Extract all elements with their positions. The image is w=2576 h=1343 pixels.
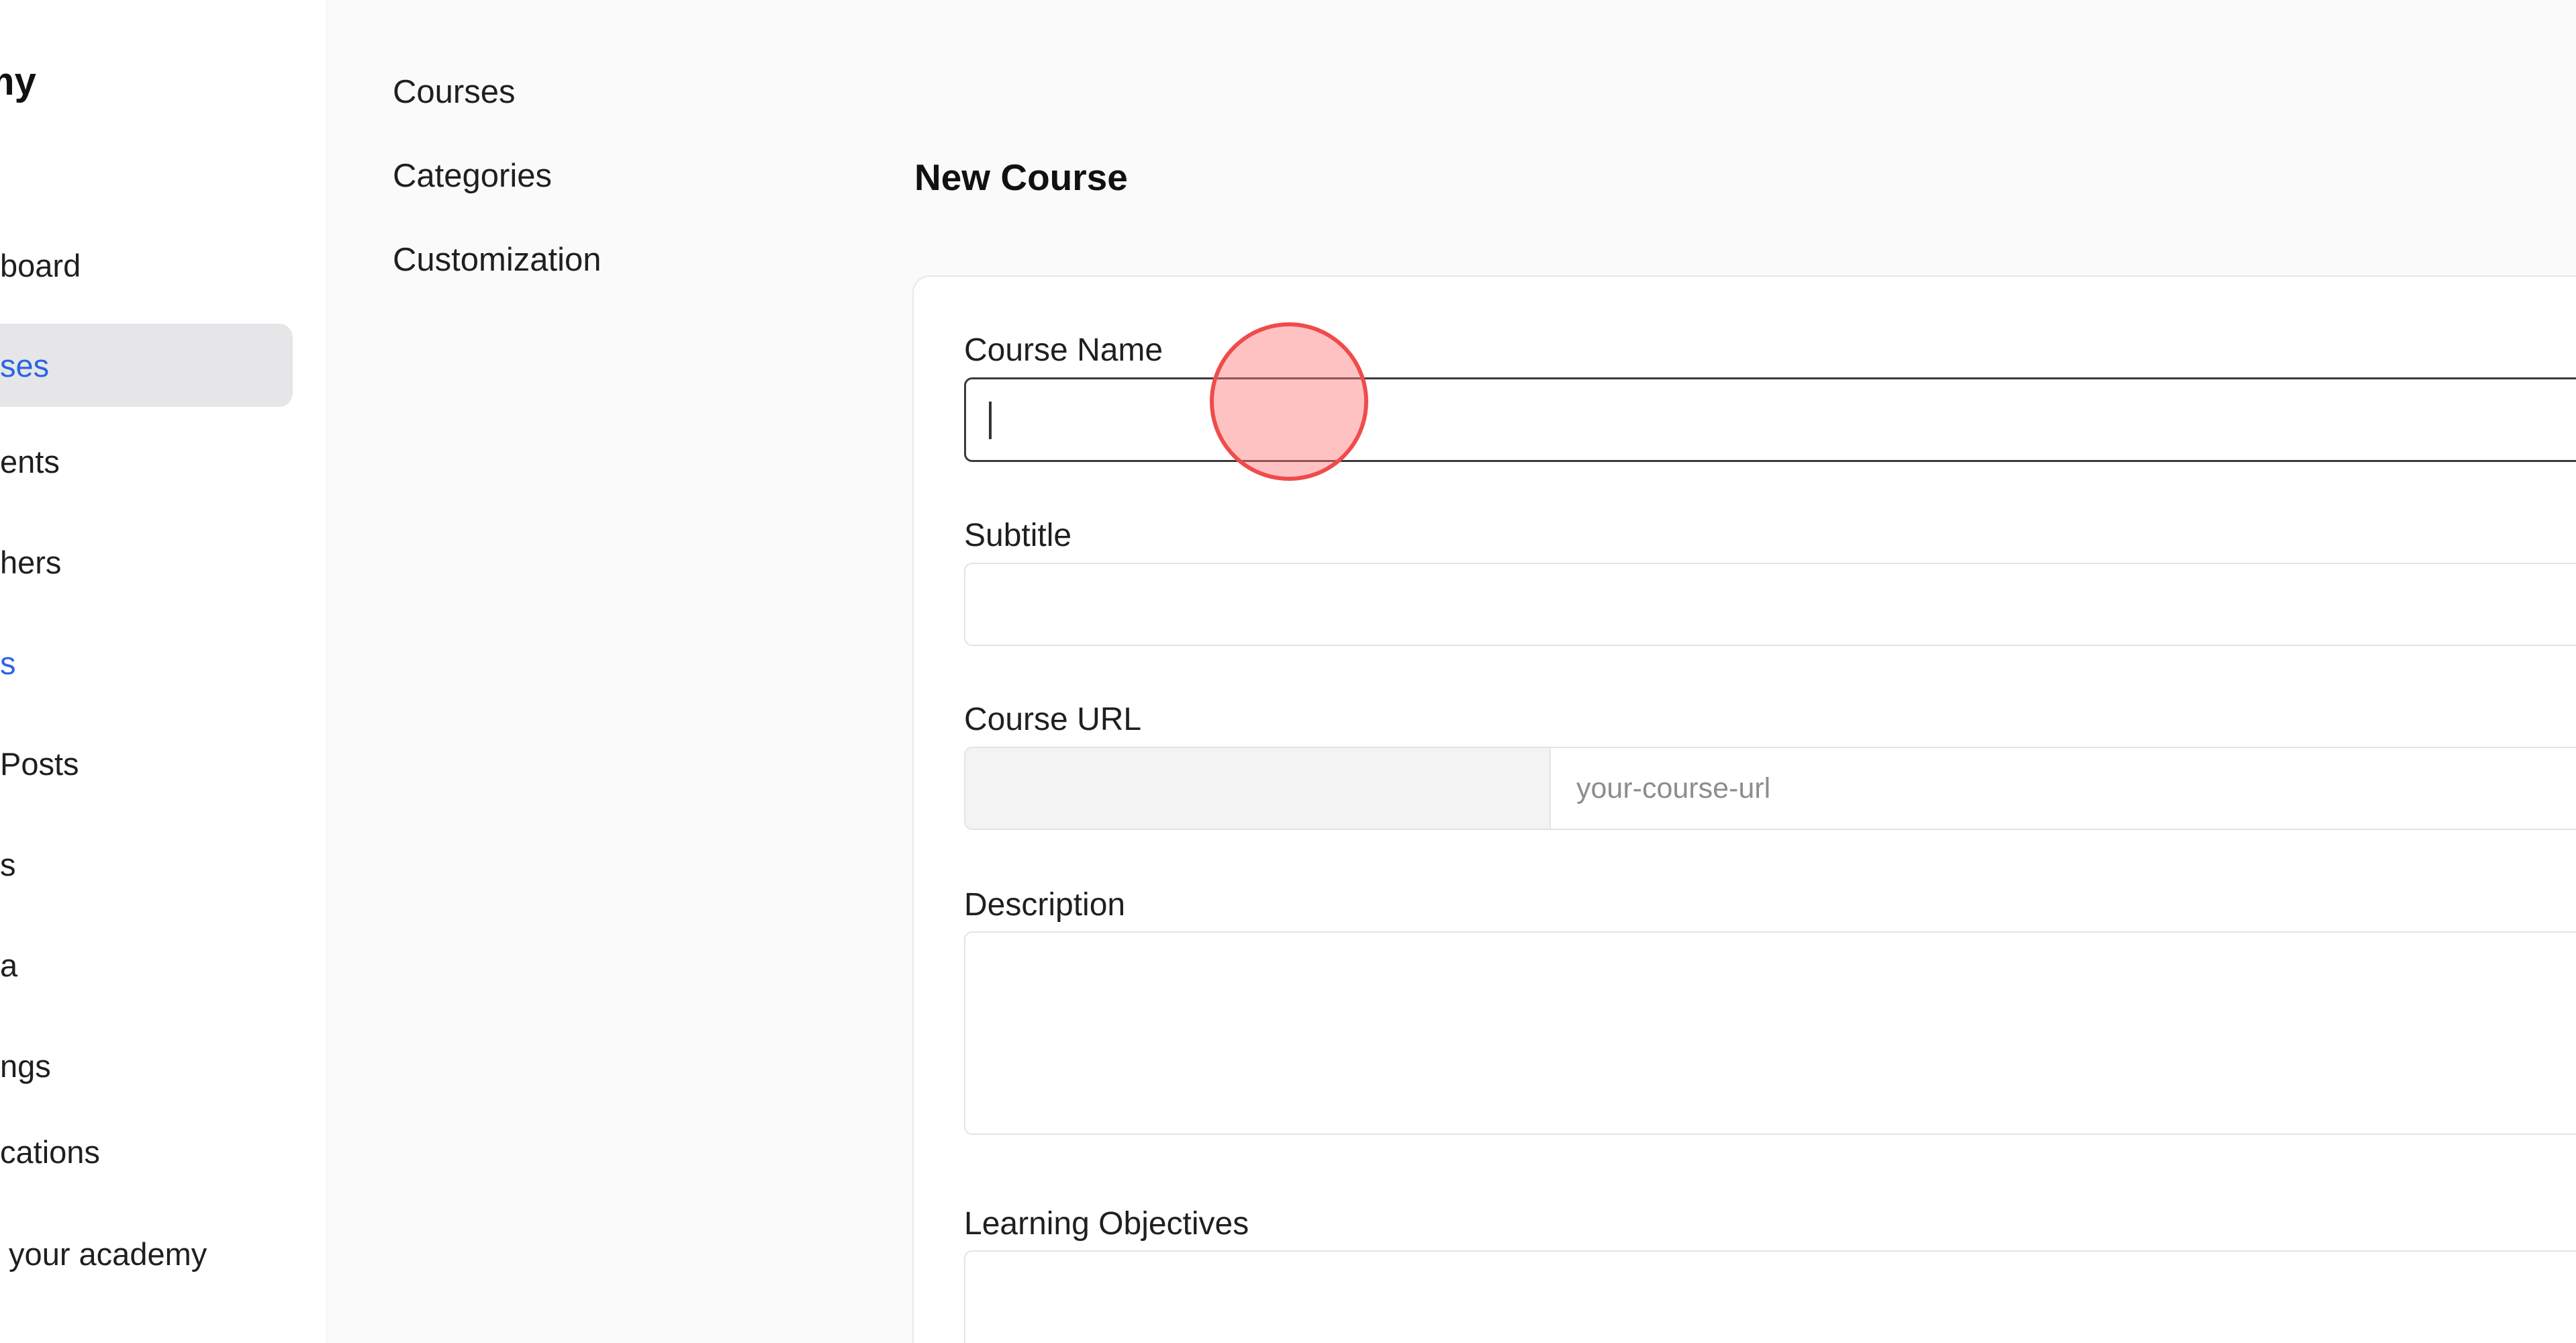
- sidebar: my board ses ents hers s Posts s a ngs c…: [0, 0, 327, 1343]
- course-name-label: Course Name: [964, 332, 1163, 368]
- sidebar-item-link[interactable]: s: [0, 621, 293, 704]
- description-label: Description: [964, 887, 1126, 923]
- sidebar-item-settings[interactable]: ngs: [0, 1024, 293, 1107]
- learning-objectives-label: Learning Objectives: [964, 1206, 1249, 1242]
- description-textarea[interactable]: [964, 931, 2576, 1135]
- app-window: my board ses ents hers s Posts s a ngs c…: [0, 0, 2576, 1343]
- sidebar-item-label: s: [0, 645, 16, 681]
- sidebar-item-label: hers: [0, 544, 62, 580]
- sidebar-item-label: Posts: [0, 745, 79, 782]
- sidebar-item-label: your academy: [0, 1236, 207, 1272]
- subnav-customization[interactable]: Customization: [393, 233, 601, 287]
- course-url-input[interactable]: [1551, 748, 2576, 829]
- sidebar-item-courses[interactable]: ses: [0, 324, 293, 407]
- brand-title: my: [0, 60, 36, 103]
- sidebar-item-teachers[interactable]: hers: [0, 520, 293, 604]
- subnav-courses[interactable]: Courses: [393, 65, 515, 119]
- subtitle-input[interactable]: [964, 563, 2576, 646]
- page-title: New Course: [914, 156, 1128, 198]
- text-caret: [989, 402, 992, 439]
- course-url-label: Course URL: [964, 702, 1142, 737]
- sidebar-item-label: cations: [0, 1133, 100, 1170]
- sidebar-item-your-academy[interactable]: your academy: [0, 1212, 293, 1295]
- subnav-categories[interactable]: Categories: [393, 149, 552, 203]
- course-name-input[interactable]: [964, 377, 2576, 462]
- sidebar-item-label: ngs: [0, 1048, 51, 1084]
- sidebar-item-dashboard[interactable]: board: [0, 224, 293, 307]
- sidebar-item-label: ses: [0, 347, 50, 383]
- sidebar-item-s[interactable]: s: [0, 823, 293, 906]
- course-url-group: [964, 747, 2576, 830]
- learning-objectives-textarea[interactable]: [964, 1250, 2576, 1343]
- subtitle-label: Subtitle: [964, 518, 1072, 553]
- sidebar-item-label: board: [0, 247, 81, 283]
- sidebar-item-label: s: [0, 846, 16, 882]
- sidebar-item-media[interactable]: a: [0, 923, 293, 1007]
- course-url-prefix: [965, 748, 1551, 829]
- sidebar-item-label: ents: [0, 443, 60, 479]
- sidebar-item-notifications[interactable]: cations: [0, 1110, 293, 1193]
- sidebar-item-label: a: [0, 947, 18, 983]
- sidebar-item-students[interactable]: ents: [0, 420, 293, 503]
- sidebar-item-posts[interactable]: Posts: [0, 722, 293, 805]
